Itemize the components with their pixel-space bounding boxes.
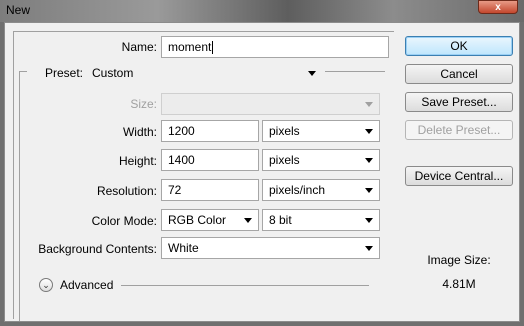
name-value: moment	[168, 40, 212, 54]
double-chevron-down-icon: ⌄	[42, 280, 50, 290]
chevron-down-icon	[365, 218, 373, 223]
chevron-down-icon	[365, 102, 373, 107]
background-contents-value: White	[168, 241, 199, 255]
size-select[interactable]	[161, 93, 380, 115]
advanced-toggle-button[interactable]: ⌄	[39, 278, 53, 292]
resolution-label: Resolution:	[96, 184, 157, 198]
background-contents-label: Background Contents:	[38, 242, 157, 256]
preset-select[interactable]: Custom	[85, 62, 323, 84]
image-size-label: Image Size:	[427, 253, 491, 267]
width-unit-value: pixels	[269, 124, 300, 138]
height-unit-select[interactable]: pixels	[262, 149, 380, 171]
chevron-down-icon	[365, 158, 373, 163]
chevron-down-icon	[244, 218, 252, 223]
resolution-unit-select[interactable]: pixels/inch	[262, 179, 380, 201]
preset-frame-left	[19, 71, 20, 321]
chevron-down-icon	[308, 71, 316, 76]
name-label: Name:	[121, 40, 157, 54]
preset-frame-top-right	[325, 71, 385, 72]
width-label: Width:	[122, 125, 157, 139]
save-preset-button[interactable]: Save Preset...	[405, 92, 513, 112]
width-input[interactable]: 1200	[161, 120, 259, 142]
resolution-input[interactable]: 72	[161, 179, 259, 201]
window-title: New	[6, 3, 31, 17]
new-document-dialog: Name: moment Preset: Custom Size: Width:…	[4, 22, 520, 322]
chevron-down-icon	[365, 129, 373, 134]
width-unit-select[interactable]: pixels	[262, 120, 380, 142]
preset-frame-top-left	[19, 71, 27, 72]
preset-value: Custom	[92, 66, 134, 80]
advanced-label[interactable]: Advanced	[60, 278, 113, 292]
background-contents-select[interactable]: White	[161, 237, 380, 259]
text-caret	[212, 41, 214, 55]
cancel-button[interactable]: Cancel	[405, 64, 513, 84]
height-value: 1400	[168, 153, 195, 167]
resolution-unit-value: pixels/inch	[269, 183, 326, 197]
resolution-value: 72	[168, 183, 182, 197]
name-input[interactable]: moment	[161, 36, 389, 58]
height-label: Height:	[118, 154, 157, 168]
color-mode-value: RGB Color	[168, 213, 227, 227]
close-icon: x	[495, 2, 501, 13]
title-bar: New x	[0, 0, 524, 22]
bit-depth-select[interactable]: 8 bit	[262, 209, 380, 231]
chevron-down-icon	[365, 188, 373, 193]
color-mode-select[interactable]: RGB Color	[161, 209, 259, 231]
advanced-divider	[121, 285, 369, 286]
height-input[interactable]: 1400	[161, 149, 259, 171]
preset-label: Preset:	[44, 66, 83, 80]
width-value: 1200	[168, 124, 195, 138]
chevron-down-icon	[365, 246, 373, 251]
bit-depth-value: 8 bit	[269, 213, 292, 227]
size-label: Size:	[130, 97, 157, 111]
image-size-value: 4.81M	[442, 277, 476, 291]
delete-preset-button[interactable]: Delete Preset...	[405, 120, 513, 140]
ok-button[interactable]: OK	[405, 36, 513, 56]
device-central-button[interactable]: Device Central...	[405, 166, 513, 186]
height-unit-value: pixels	[269, 153, 300, 167]
close-button[interactable]: x	[478, 0, 518, 14]
color-mode-label: Color Mode:	[91, 214, 157, 228]
